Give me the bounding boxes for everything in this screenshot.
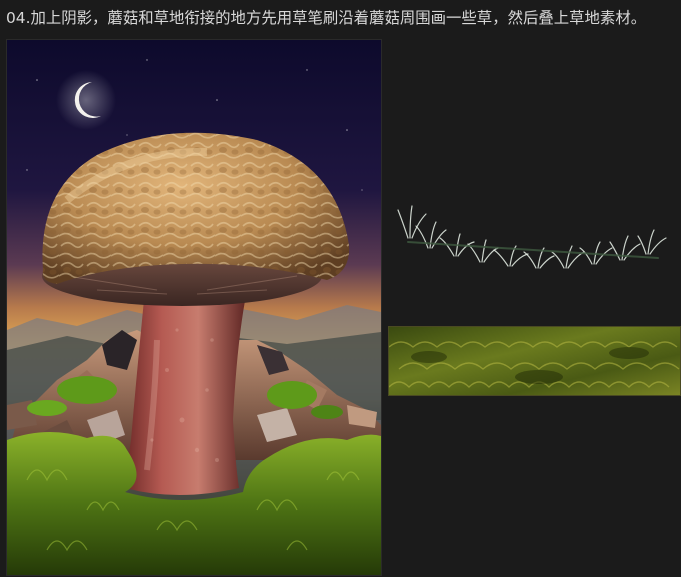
grass-texture-material-sample xyxy=(388,326,681,396)
crescent-moon-icon xyxy=(56,70,116,130)
mushroom-artwork-panel xyxy=(6,39,382,576)
grass-brush-icon xyxy=(397,205,667,269)
grass-brush-stroke-sample xyxy=(388,198,678,298)
tutorial-step-caption: 04.加上阴影，蘑菇和草地衔接的地方先用草笔刷沿着蘑菇周围画一些草，然后叠上草地… xyxy=(6,9,647,27)
mushroom-stem xyxy=(125,290,247,495)
mushroom-scene-image xyxy=(7,40,381,575)
grass-texture-image xyxy=(389,327,680,395)
